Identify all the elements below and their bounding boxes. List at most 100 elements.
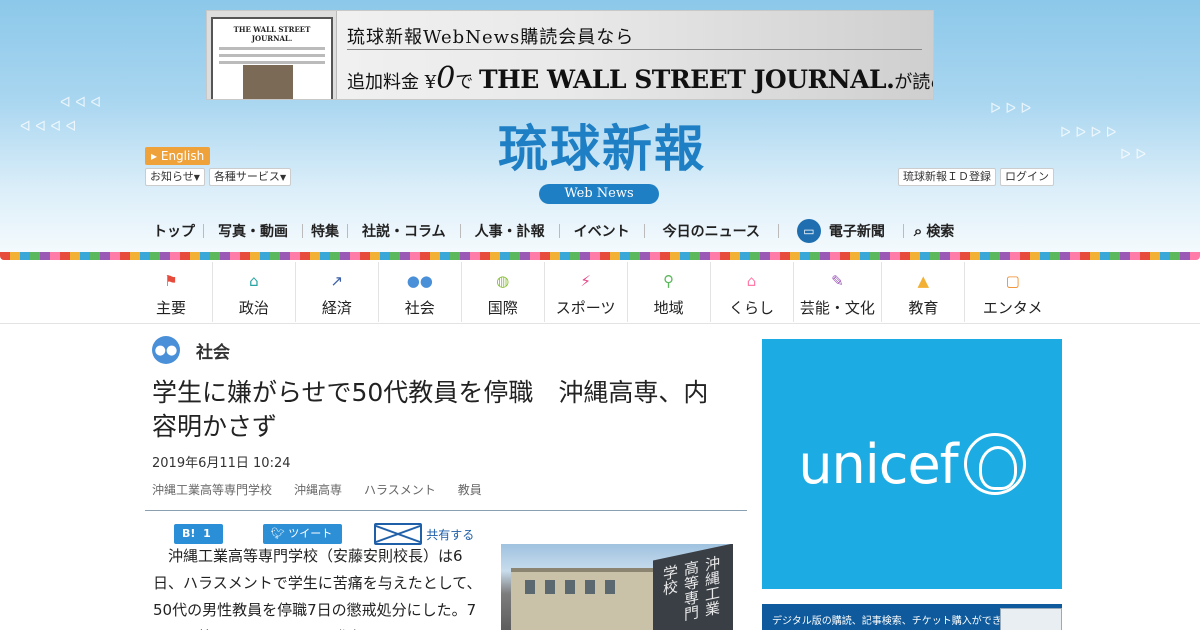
ad-offer-prefix: 追加料金 bbox=[347, 72, 419, 93]
category-label: 社会 bbox=[404, 298, 435, 317]
digital-ad-thumbnail bbox=[1000, 608, 1062, 630]
fish-decoration-icon: ᐅ ᐅ ᐅ ᐅ bbox=[1060, 125, 1117, 141]
digital-ad-text: デジタル版の購読、記事検索、チケット購入ができる bbox=[772, 616, 1012, 627]
article-divider bbox=[145, 510, 747, 511]
fish-decoration-icon: ᐊ ᐊ ᐊ ᐊ bbox=[20, 119, 77, 135]
tag-link[interactable]: ハラスメント bbox=[364, 481, 436, 498]
site-logo[interactable]: 琉球新報 bbox=[452, 120, 752, 178]
tag-link[interactable]: 教員 bbox=[458, 481, 482, 498]
category-region[interactable]: ⚲ 地域 bbox=[628, 262, 711, 322]
share-label: 共有する bbox=[426, 527, 475, 542]
tag-link[interactable]: 沖縄高専 bbox=[294, 481, 342, 498]
nav-search[interactable]: ⌕ 検索 bbox=[904, 221, 964, 241]
tv-icon: ▢ bbox=[1005, 271, 1020, 290]
category-education[interactable]: ▲ 教育 bbox=[882, 262, 966, 322]
article-tags: 沖縄工業高等専門学校 沖縄高専 ハラスメント 教員 bbox=[152, 481, 747, 498]
play-icon: ▸ bbox=[151, 149, 158, 163]
category-label: 経済 bbox=[321, 298, 352, 317]
unicef-ad[interactable]: unicef bbox=[762, 339, 1062, 589]
caret-down-icon: ▼ bbox=[279, 173, 287, 182]
hatena-count: 1 bbox=[203, 527, 211, 540]
mortarboard-icon: ▲ bbox=[917, 271, 930, 290]
article: ●● 社会 学生に嫌がらせで50代教員を停職 沖縄高専、内容明かさず 2019年… bbox=[145, 336, 747, 545]
search-icon: ⌕ bbox=[913, 222, 923, 240]
ad-offer-yen: ¥ bbox=[424, 72, 437, 93]
photo-window bbox=[565, 580, 575, 594]
fish-decoration-icon: ᐅ ᐅ bbox=[1120, 147, 1146, 163]
nav-events[interactable]: イベント bbox=[560, 221, 644, 241]
nav-todays-news[interactable]: 今日のニュース bbox=[645, 221, 778, 241]
account-menu: 琉球新報ＩＤ登録 ログイン bbox=[898, 168, 1054, 186]
photo-window bbox=[585, 580, 595, 594]
fish-decoration-icon: ᐅ ᐅ ᐅ bbox=[990, 101, 1032, 117]
unicef-emblem-icon bbox=[963, 433, 1026, 495]
flag-icon: ⚑ bbox=[164, 271, 178, 290]
category-label: スポーツ bbox=[555, 298, 616, 317]
ad-offer-wsj: THE WALL STREET JOURNAL. bbox=[479, 65, 895, 94]
map-pin-icon: ⚲ bbox=[663, 271, 675, 290]
digital-subscription-ad[interactable]: デジタル版の購読、記事検索、チケット購入ができる bbox=[762, 604, 1062, 630]
tweet-button[interactable]: 🐦︎ ツイート bbox=[262, 524, 343, 544]
category-label: くらし bbox=[729, 298, 775, 317]
category-label: 地域 bbox=[653, 298, 684, 317]
brush-icon: ✎ bbox=[831, 271, 844, 290]
share-button[interactable]: 共有する bbox=[374, 523, 474, 545]
main-nav: トップ 写真・動画 特集 社説・コラム 人事・訃報 イベント 今日のニュース ▭… bbox=[145, 216, 1055, 246]
home-icon: ⌂ bbox=[746, 271, 757, 290]
photo-school-sign: 沖縄工業高等専門学校 bbox=[653, 544, 733, 630]
article-title: 学生に嫌がらせで50代教員を停職 沖縄高専、内容明かさず bbox=[152, 378, 709, 441]
section-name[interactable]: 社会 bbox=[196, 338, 230, 363]
nav-e-paper[interactable]: ▭ 電子新聞 bbox=[779, 219, 903, 243]
e-paper-label: 電子新聞 bbox=[828, 224, 885, 240]
id-register-button[interactable]: 琉球新報ＩＤ登録 bbox=[898, 168, 996, 186]
people-icon: ●● bbox=[406, 271, 433, 290]
nav-top[interactable]: トップ bbox=[145, 221, 203, 241]
caret-down-icon: ▼ bbox=[193, 173, 200, 182]
utility-menu: お知らせ▼ 各種サービス▼ bbox=[145, 168, 292, 186]
login-button[interactable]: ログイン bbox=[1000, 168, 1054, 186]
category-society[interactable]: ●● 社会 bbox=[379, 262, 462, 322]
category-label: 政治 bbox=[238, 298, 269, 317]
category-divider bbox=[0, 323, 1200, 324]
nav-personnel[interactable]: 人事・訃報 bbox=[461, 221, 559, 241]
article-photo[interactable]: 沖縄工業高等専門学校 bbox=[501, 544, 733, 630]
envelope-icon bbox=[374, 523, 423, 545]
english-link[interactable]: ▸ English bbox=[145, 147, 211, 165]
chart-line-icon: ↗ bbox=[330, 271, 344, 290]
services-dropdown[interactable]: 各種サービス▼ bbox=[208, 168, 292, 186]
globe-icon: ◍ bbox=[496, 271, 510, 290]
english-label: English bbox=[160, 149, 205, 163]
nav-photo-video[interactable]: 写真・動画 bbox=[204, 221, 302, 241]
category-sports[interactable]: ⚡ スポーツ bbox=[545, 262, 628, 322]
hatena-bookmark-button[interactable]: B! 1 bbox=[174, 524, 223, 544]
category-living[interactable]: ⌂ くらし bbox=[711, 262, 794, 322]
unicef-wordmark: unicef bbox=[798, 432, 958, 496]
category-label: 教育 bbox=[908, 298, 939, 317]
photo-window bbox=[605, 580, 615, 594]
category-economy[interactable]: ↗ 経済 bbox=[296, 262, 379, 322]
monitor-icon: ▭ bbox=[796, 219, 821, 243]
notices-dropdown[interactable]: お知らせ▼ bbox=[145, 168, 205, 186]
nav-editorials[interactable]: 社説・コラム bbox=[348, 221, 460, 241]
people-icon: ●● bbox=[152, 336, 180, 364]
section-header: ●● 社会 bbox=[152, 336, 747, 364]
notices-label: お知らせ bbox=[150, 170, 194, 183]
fish-decoration-icon: ᐊ ᐊ ᐊ bbox=[60, 95, 102, 111]
laptop-masthead: THE WALL STREET JOURNAL. bbox=[233, 25, 311, 43]
category-international[interactable]: ◍ 国際 bbox=[462, 262, 545, 322]
category-politics[interactable]: ⌂ 政治 bbox=[213, 262, 296, 322]
services-label: 各種サービス bbox=[213, 170, 280, 183]
wsj-promo-banner[interactable]: THE WALL STREET JOURNAL. 琉球新報WebNews購読会員… bbox=[206, 10, 934, 100]
category-entertainment[interactable]: ▢ エンタメ bbox=[965, 262, 1060, 322]
nav-features[interactable]: 特集 bbox=[303, 221, 347, 241]
ad-offer-de: で bbox=[455, 72, 474, 93]
category-label: 芸能・文化 bbox=[799, 298, 875, 317]
tag-link[interactable]: 沖縄工業高等専門学校 bbox=[152, 481, 272, 498]
category-main[interactable]: ⚑ 主要 bbox=[130, 262, 213, 322]
category-culture[interactable]: ✎ 芸能・文化 bbox=[794, 262, 883, 322]
ad-divider bbox=[347, 49, 922, 50]
twitter-bird-icon: 🐦︎ bbox=[270, 527, 285, 540]
web-news-badge: Web News bbox=[539, 184, 659, 204]
category-nav: ⚑ 主要 ⌂ 政治 ↗ 経済 ●● 社会 ◍ 国際 ⚡ スポーツ ⚲ 地域 ⌂ くらし ✎ 芸能・… bbox=[130, 262, 1060, 322]
share-bar: B! 1 🐦︎ ツイート 共有する bbox=[174, 523, 747, 545]
